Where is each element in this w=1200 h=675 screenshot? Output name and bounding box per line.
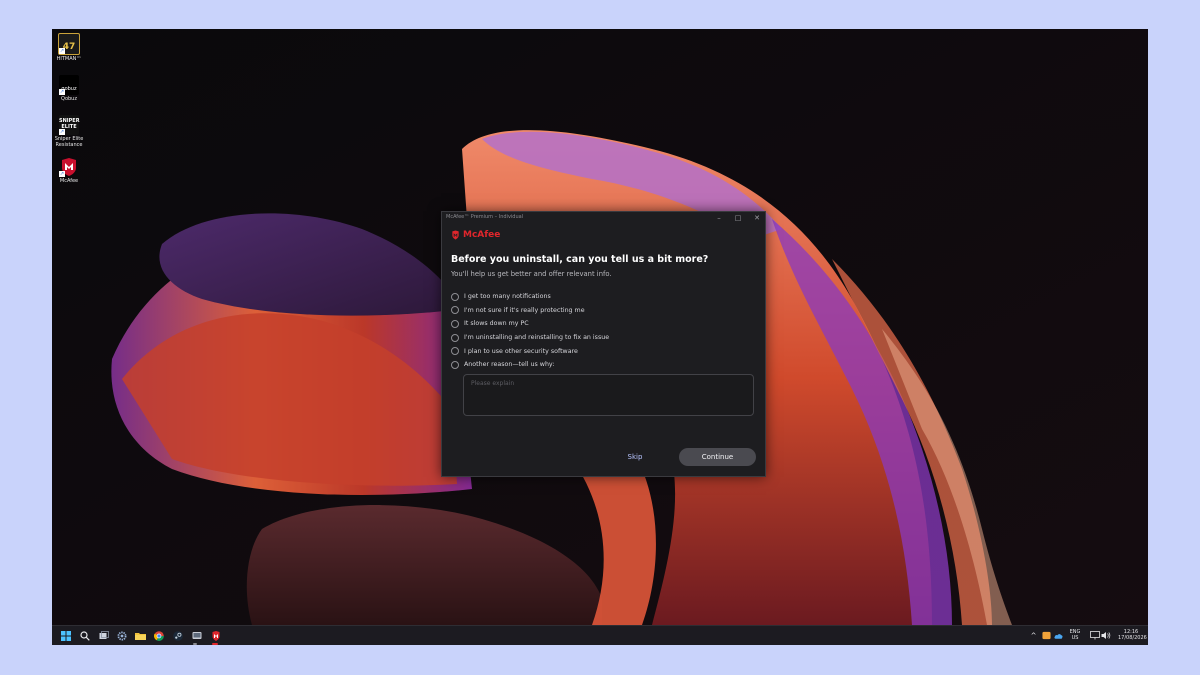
mcafee-taskbar-icon[interactable] xyxy=(209,629,222,642)
chrome-icon[interactable] xyxy=(152,629,165,642)
steam-icon[interactable] xyxy=(171,629,184,642)
minimize-icon[interactable]: – xyxy=(713,213,725,223)
hitman-game-icon: 47 ↗ xyxy=(58,33,80,55)
dialog-heading: Before you uninstall, can you tell us a … xyxy=(451,254,709,265)
radio-button[interactable] xyxy=(451,306,459,315)
shortcut-arrow-icon: ↗ xyxy=(59,129,65,135)
reason-option-reinstalling[interactable]: I'm uninstalling and reinstalling to fix… xyxy=(451,331,609,345)
mcafee-shield-icon: ↗ xyxy=(59,157,79,177)
desktop-icon-label: Qobuz xyxy=(61,96,77,102)
dialog-subheading: You'll help us get better and offer rele… xyxy=(451,270,612,278)
skip-button[interactable]: Skip xyxy=(620,449,650,465)
app-icon[interactable] xyxy=(190,629,203,642)
shortcut-arrow-icon: ↗ xyxy=(59,48,65,54)
reason-option-another[interactable]: Another reason—tell us why: xyxy=(451,358,609,372)
volume-icon[interactable] xyxy=(1099,629,1112,642)
settings-icon[interactable] xyxy=(115,629,128,642)
file-explorer-icon[interactable] xyxy=(134,629,147,642)
mcafee-logo: McAfee xyxy=(451,230,500,240)
onedrive-icon[interactable] xyxy=(1052,629,1065,642)
window-title: McAfee™ Premium – Individual xyxy=(446,214,524,220)
task-view-icon[interactable] xyxy=(97,629,110,642)
explain-reason-input[interactable] xyxy=(463,374,754,416)
radio-button[interactable] xyxy=(451,360,459,369)
desktop-icon-sniper-elite[interactable]: SNIPER ELITE ↗ Sniper Elite Resistance xyxy=(52,115,86,148)
uninstall-survey-dialog: McAfee™ Premium – Individual – □ ✕ McAfe… xyxy=(441,211,766,477)
desktop-icon-label: HITMAN™ xyxy=(56,56,82,62)
desktop-screen: 47 ↗ HITMAN™ qobuz ↗ Qobuz SNIPER ELITE … xyxy=(52,29,1148,645)
windows-start-icon[interactable] xyxy=(59,629,72,642)
reason-option-not-protecting[interactable]: I'm not sure if it's really protecting m… xyxy=(451,304,609,318)
taskbar: ^ ENG US 12:16 17/08/2026 xyxy=(52,625,1148,645)
desktop-icon-label: McAfee xyxy=(59,178,79,184)
radio-button[interactable] xyxy=(451,292,459,301)
input-language[interactable]: ENG US xyxy=(1068,629,1082,641)
option-label: I get too many notifications xyxy=(464,293,551,301)
desktop-icon-label: Sniper Elite Resistance xyxy=(54,136,84,148)
radio-button[interactable] xyxy=(451,333,459,342)
shortcut-arrow-icon: ↗ xyxy=(59,89,65,95)
reason-option-other-software[interactable]: I plan to use other security software xyxy=(451,344,609,358)
option-label: Another reason—tell us why: xyxy=(464,361,555,369)
taskbar-active-indicator xyxy=(193,643,197,645)
search-icon[interactable] xyxy=(78,629,91,642)
desktop-icon-hitman[interactable]: 47 ↗ HITMAN™ xyxy=(52,33,86,62)
desktop-icon-qobuz[interactable]: qobuz ↗ Qobuz xyxy=(52,75,86,102)
chevron-up-icon[interactable]: ^ xyxy=(1027,629,1040,642)
option-label: I'm uninstalling and reinstalling to fix… xyxy=(464,334,610,342)
option-label: I plan to use other security software xyxy=(464,347,578,355)
reason-option-notifications[interactable]: I get too many notifications xyxy=(451,290,609,304)
brand-name: McAfee xyxy=(463,230,501,240)
shortcut-arrow-icon: ↗ xyxy=(59,171,65,177)
sniper-elite-game-icon: SNIPER ELITE ↗ xyxy=(59,115,80,135)
option-label: It slows down my PC xyxy=(464,320,529,328)
clock-date: 17/08/2026 xyxy=(1118,635,1147,641)
window-titlebar[interactable]: McAfee™ Premium – Individual – □ ✕ xyxy=(442,212,765,224)
option-label: I'm not sure if it's really protecting m… xyxy=(464,306,585,314)
clock[interactable]: 12:16 17/08/2026 xyxy=(1118,629,1147,641)
reason-option-slows-pc[interactable]: It slows down my PC xyxy=(451,317,609,331)
qobuz-app-icon: qobuz ↗ xyxy=(59,75,79,95)
mcafee-logo-icon xyxy=(452,230,459,240)
maximize-icon[interactable]: □ xyxy=(732,213,744,223)
continue-button[interactable]: Continue xyxy=(679,448,756,466)
reason-options: I get too many notifications I'm not sur… xyxy=(451,290,609,372)
taskbar-active-indicator xyxy=(212,643,218,645)
close-icon[interactable]: ✕ xyxy=(751,213,763,223)
radio-button[interactable] xyxy=(451,347,459,356)
radio-button[interactable] xyxy=(451,319,459,328)
desktop-icon-mcafee[interactable]: ↗ McAfee xyxy=(52,157,86,184)
